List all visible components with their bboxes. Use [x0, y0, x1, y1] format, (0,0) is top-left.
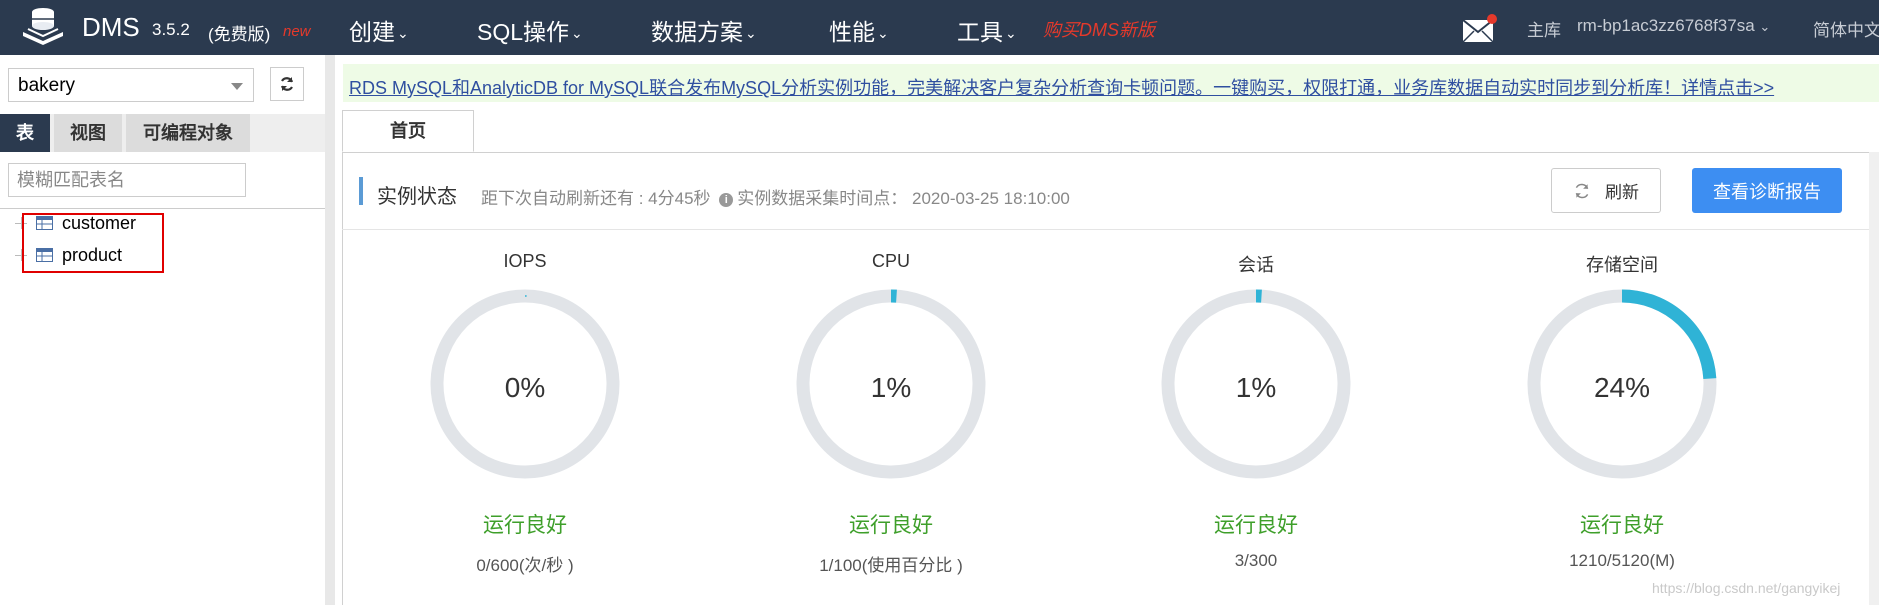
table-name: customer [62, 212, 137, 233]
status-subtitle: 距下次自动刷新还有 : 4分45秒 i 实例数据采集时间点： 2020-03-25… [481, 184, 1070, 209]
chevron-down-icon: ⌄ [745, 25, 757, 42]
panel-splitter[interactable] [325, 55, 335, 605]
database-select-value: bakery [18, 75, 76, 96]
chevron-down-icon: ⌄ [571, 25, 583, 42]
table-tree-item[interactable]: product [15, 243, 122, 267]
nav-tools[interactable]: 工具 ⌄ [957, 13, 1017, 47]
refresh-icon [1575, 183, 1589, 198]
table-icon [36, 248, 53, 262]
announcement-banner: RDS MySQL和AnalyticDB for MySQL联合发布MySQL分… [343, 64, 1879, 102]
tab-programmable-objects[interactable]: 可编程对象 [126, 114, 250, 152]
instance-id: rm-bp1ac3zz6768f37sa [1577, 16, 1755, 35]
database-select[interactable]: bakery [8, 68, 254, 102]
gauge-title: 会话 [1238, 255, 1274, 275]
refresh-tree-button[interactable] [270, 67, 304, 101]
gauge-value: 0% [504, 372, 546, 403]
instance-selector[interactable]: rm-bp1ac3zz6768f37sa ⌄ [1577, 16, 1770, 36]
nav-performance-label: 性能 [829, 19, 875, 45]
object-type-tabs: 表 视图 可编程对象 [0, 114, 325, 152]
buy-dms-link[interactable]: 购买DMS新版 [1043, 16, 1155, 42]
table-name: product [62, 244, 123, 265]
expand-icon[interactable] [15, 249, 27, 261]
refresh-countdown: 距下次自动刷新还有 : 4分45秒 [481, 189, 711, 208]
app-brand: DMS [82, 12, 140, 42]
gauge-title: CPU [871, 251, 910, 271]
tab-home[interactable]: 首页 [342, 110, 474, 152]
section-accent-bar [359, 177, 363, 205]
chevron-down-icon: ⌄ [397, 25, 409, 42]
mail-icon[interactable] [1462, 14, 1498, 44]
main-lib-label: 主库 [1527, 21, 1561, 40]
watermark: https://blog.csdn.net/gangyikej [1652, 580, 1841, 596]
nav-performance[interactable]: 性能 ⌄ [829, 13, 889, 47]
caret-down-icon [231, 83, 243, 90]
view-diagnosis-report-button[interactable]: 查看诊断报告 [1692, 168, 1842, 213]
table-tree-item[interactable]: customer [15, 211, 136, 235]
gauge-value: 24% [1593, 372, 1651, 403]
gauge-status: 运行良好 [483, 514, 567, 537]
gauge-detail: 1210/5120(M) [1569, 551, 1675, 570]
gauge-status: 运行良好 [1214, 514, 1298, 537]
nav-create-label: 创建 [349, 19, 395, 45]
gauge-detail: 0/600(次/秒 ) [476, 556, 574, 575]
dms-logo-icon[interactable] [20, 5, 66, 49]
announcement-link[interactable]: RDS MySQL和AnalyticDB for MySQL联合发布MySQL分… [349, 74, 1774, 100]
gauge-value: 1% [870, 372, 912, 403]
nav-create[interactable]: 创建 ⌄ [349, 13, 409, 47]
tab-views[interactable]: 视图 [54, 114, 122, 152]
language-selector[interactable]: 简体中文 [1813, 16, 1879, 41]
refresh-button[interactable]: 刷新 [1551, 168, 1661, 213]
gauge-status: 运行良好 [849, 514, 933, 537]
gauge-detail: 3/300 [1234, 551, 1278, 570]
tab-tables[interactable]: 表 [0, 114, 50, 152]
refresh-button-label: 刷新 [1605, 183, 1639, 202]
nav-sql-operations[interactable]: SQL操作 ⌄ [477, 13, 583, 47]
object-browser-panel: bakery 表 视图 可编程对象 customer [0, 55, 325, 605]
nav-data-solutions[interactable]: 数据方案 ⌄ [651, 13, 757, 47]
chevron-down-icon: ⌄ [1005, 25, 1017, 42]
nav-sql-operations-label: SQL操作 [477, 19, 570, 45]
app-version: 3.5.2 [152, 20, 190, 39]
table-filter-input[interactable] [8, 163, 246, 197]
gauge-title: IOPS [503, 251, 547, 271]
vertical-scrollbar[interactable] [1869, 152, 1879, 605]
gauge-detail: 1/100(使用百分比 ) [819, 556, 963, 575]
table-icon [36, 216, 53, 230]
main-tabbar: 首页 [342, 110, 1879, 153]
app-edition: (免费版) [208, 25, 271, 44]
gauge-title: 存储空间 [1586, 255, 1658, 275]
collect-time: 实例数据采集时间点： 2020-03-25 18:10:00 [737, 189, 1070, 208]
gauge-value: 1% [1235, 372, 1277, 403]
refresh-icon [280, 77, 294, 91]
divider [0, 208, 325, 209]
gauge-status: 运行良好 [1580, 514, 1664, 537]
chevron-down-icon: ⌄ [877, 25, 889, 42]
expand-icon[interactable] [15, 217, 27, 229]
new-badge: new [283, 23, 311, 40]
chevron-down-icon: ⌄ [1759, 19, 1771, 34]
section-title: 实例状态 [377, 186, 457, 208]
top-navbar: DMS 3.5.2 (免费版) new 创建 ⌄ SQL操作 ⌄ 数据方案 ⌄ 性能 ⌄… [0, 0, 1879, 55]
nav-tools-label: 工具 [957, 19, 1003, 45]
info-icon: i [719, 193, 734, 207]
nav-data-solutions-label: 数据方案 [651, 19, 743, 45]
